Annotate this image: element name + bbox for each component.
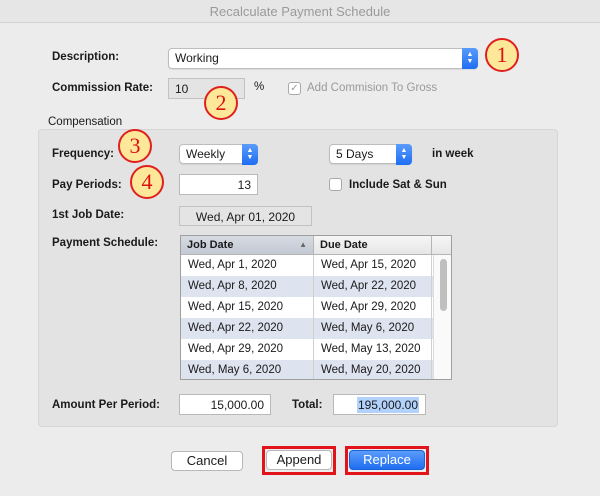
amount-per-period-field[interactable]: 15,000.00 <box>179 394 271 415</box>
scrollbar-thumb[interactable] <box>440 259 447 311</box>
callout-2: 2 <box>204 86 238 120</box>
cell-due-date: Wed, Apr 22, 2020 <box>314 276 432 297</box>
add-to-gross-label: Add Commision To Gross <box>307 82 438 94</box>
pay-periods-field[interactable]: 13 <box>179 174 258 195</box>
cell-due-date: Wed, Apr 15, 2020 <box>314 255 432 276</box>
total-value: 195,000.00 <box>356 397 419 413</box>
table-row[interactable]: Wed, Apr 1, 2020 Wed, Apr 15, 2020 <box>181 255 433 276</box>
popup-arrows-icon: ▲ ▼ <box>462 48 478 69</box>
callout-1: 1 <box>485 38 519 72</box>
popup-arrows-icon: ▲ ▼ <box>396 144 412 165</box>
commission-label: Commission Rate: <box>52 82 153 94</box>
table-header: Job Date ▲ Due Date <box>181 236 451 255</box>
payment-schedule-label: Payment Schedule: <box>52 237 159 249</box>
table-row[interactable]: Wed, May 6, 2020 Wed, May 20, 2020 <box>181 360 433 379</box>
popup-arrows-icon: ▲ ▼ <box>242 144 258 165</box>
table-row[interactable]: Wed, Apr 22, 2020 Wed, May 6, 2020 <box>181 318 433 339</box>
callout-3: 3 <box>118 129 152 163</box>
percent-unit: % <box>254 81 265 93</box>
in-week-label: in week <box>432 148 474 160</box>
table-row[interactable]: Wed, Apr 15, 2020 Wed, Apr 29, 2020 <box>181 297 433 318</box>
description-label: Description: <box>52 51 120 63</box>
cell-job-date: Wed, May 6, 2020 <box>181 360 314 379</box>
table-scrollbar[interactable] <box>433 255 451 379</box>
frequency-label: Frequency: <box>52 148 114 160</box>
compensation-title: Compensation <box>48 116 123 128</box>
window-title: Recalculate Payment Schedule <box>0 0 600 23</box>
header-filler <box>432 236 451 255</box>
table-row[interactable]: Wed, Apr 29, 2020 Wed, May 13, 2020 <box>181 339 433 360</box>
include-weekend-checkbox[interactable] <box>329 178 342 191</box>
sort-ascending-icon: ▲ <box>299 240 307 249</box>
payment-schedule-table[interactable]: Job Date ▲ Due Date Wed, Apr 1, 2020 Wed,… <box>180 235 452 380</box>
frequency-value: Weekly <box>186 147 226 161</box>
column-due-date[interactable]: Due Date <box>314 236 432 255</box>
add-to-gross-checkbox[interactable]: ✓ <box>288 82 301 95</box>
replace-button[interactable]: Replace <box>349 450 425 470</box>
cell-due-date: Wed, May 20, 2020 <box>314 360 432 379</box>
append-button[interactable]: Append <box>266 450 332 470</box>
cell-job-date: Wed, Apr 1, 2020 <box>181 255 314 276</box>
days-popup[interactable]: 5 Days ▲ ▼ <box>329 144 412 165</box>
include-weekend-label: Include Sat & Sun <box>349 179 447 191</box>
description-popup[interactable]: Working ▲ ▼ <box>168 48 478 69</box>
column-job-date[interactable]: Job Date ▲ <box>181 236 314 255</box>
cell-due-date: Wed, May 6, 2020 <box>314 318 432 339</box>
table-row[interactable]: Wed, Apr 8, 2020 Wed, Apr 22, 2020 <box>181 276 433 297</box>
cell-job-date: Wed, Apr 15, 2020 <box>181 297 314 318</box>
first-job-date-field: Wed, Apr 01, 2020 <box>179 206 312 226</box>
frequency-popup[interactable]: Weekly ▲ ▼ <box>179 144 258 165</box>
cell-due-date: Wed, Apr 29, 2020 <box>314 297 432 318</box>
callout-4: 4 <box>130 165 164 199</box>
first-job-date-label: 1st Job Date: <box>52 209 125 221</box>
amount-per-period-label: Amount Per Period: <box>52 399 160 411</box>
days-value: 5 Days <box>336 147 374 161</box>
cell-job-date: Wed, Apr 8, 2020 <box>181 276 314 297</box>
total-field[interactable]: 195,000.00 <box>333 394 426 415</box>
description-value: Working <box>175 51 219 65</box>
cancel-button[interactable]: Cancel <box>171 451 243 471</box>
cell-due-date: Wed, May 13, 2020 <box>314 339 432 360</box>
total-label: Total: <box>292 399 323 411</box>
cell-job-date: Wed, Apr 22, 2020 <box>181 318 314 339</box>
cell-job-date: Wed, Apr 29, 2020 <box>181 339 314 360</box>
pay-periods-label: Pay Periods: <box>52 179 122 191</box>
